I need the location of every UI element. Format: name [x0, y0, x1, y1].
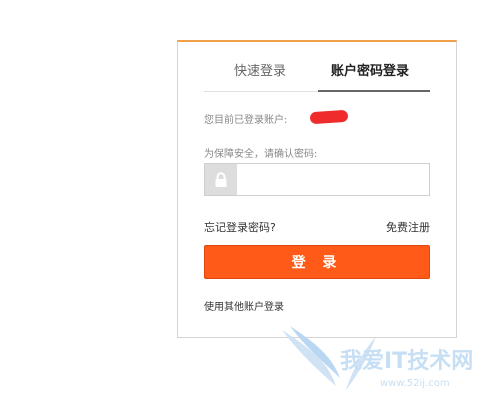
login-button[interactable]: 登 录 [204, 245, 430, 279]
watermark-logo-icon: 我爱IT技术网 www.52ij.com [282, 326, 473, 390]
login-panel: 快速登录 账户密码登录 您目前已登录账户: 为保障安全，请确认密码: 忘记登录密… [177, 40, 457, 338]
tab-active-indicator [318, 90, 430, 92]
lock-icon [205, 164, 237, 195]
register-link[interactable]: 免费注册 [386, 219, 430, 235]
confirm-password-label: 为保障安全，请确认密码: [204, 149, 318, 160]
password-field-row [204, 163, 430, 196]
site-watermark: 我爱IT技术网 www.52ij.com [280, 324, 495, 404]
forgot-password-link[interactable]: 忘记登录密码? [204, 219, 276, 235]
password-input[interactable] [237, 164, 429, 195]
tab-password-login[interactable]: 账户密码登录 [331, 64, 409, 80]
other-account-login-link[interactable]: 使用其他账户登录 [204, 298, 284, 313]
account-redaction-mark [309, 109, 349, 125]
watermark-url-text: www.52ij.com [380, 378, 450, 389]
current-account-label: 您目前已登录账户: [204, 115, 288, 126]
watermark-brand-text: 我爱IT技术网 [340, 349, 473, 374]
tab-quick-login[interactable]: 快速登录 [234, 64, 286, 80]
